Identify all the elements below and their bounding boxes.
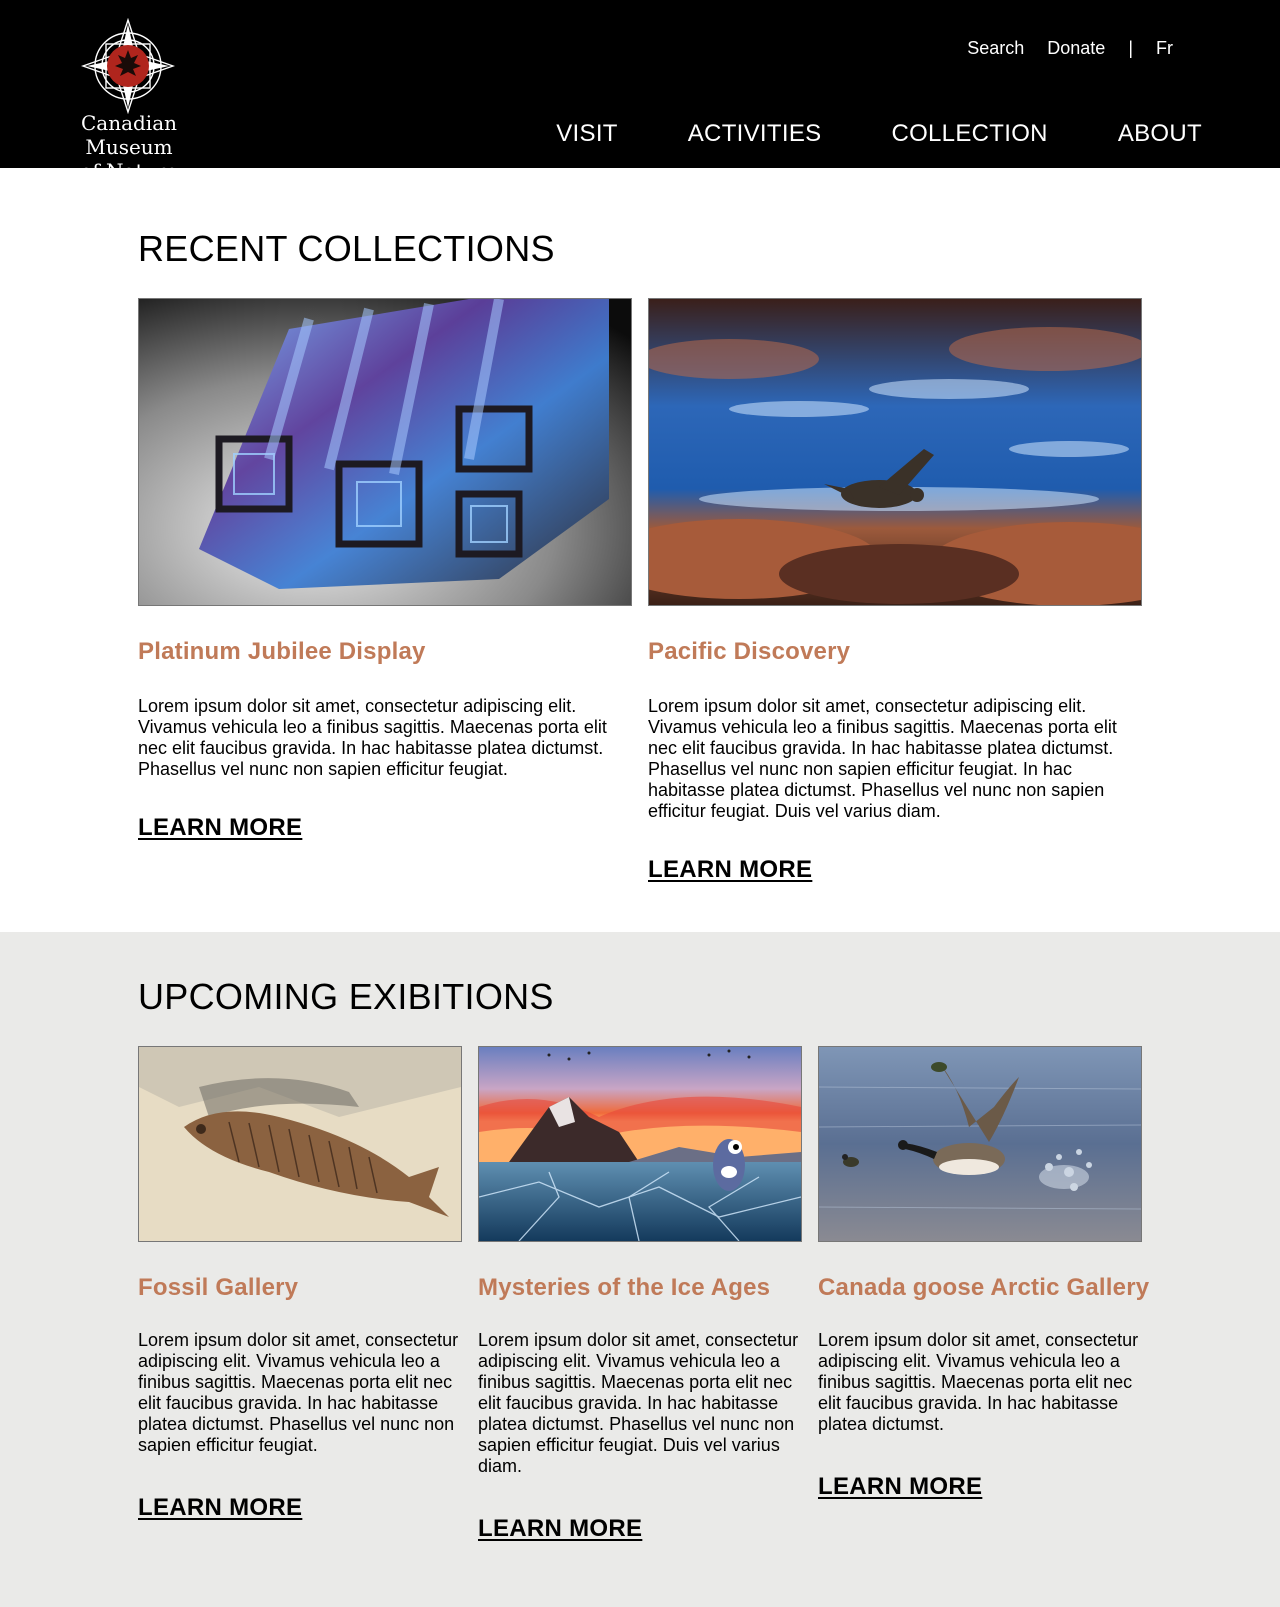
learn-more-link[interactable]: LEARN MORE (478, 1515, 642, 1543)
card-description: Lorem ipsum dolor sit amet, consectetur … (138, 1330, 459, 1455)
sea-turtle-image[interactable] (648, 298, 1142, 606)
nav-activities[interactable]: ACTIVITIES (688, 120, 822, 148)
card-description: Lorem ipsum dolor sit amet, consectetur … (818, 1330, 1139, 1434)
nav-visit[interactable]: VISIT (556, 120, 618, 148)
learn-more-link[interactable]: LEARN MORE (138, 1494, 302, 1522)
utility-nav: Search Donate | Fr (967, 38, 1173, 59)
nav-separator: | (1128, 38, 1133, 58)
exhibition-card: Fossil Gallery Lorem ipsum dolor sit ame… (138, 1046, 462, 1522)
card-title: Platinum Jubilee Display (138, 638, 426, 665)
card-title: Pacific Discovery (648, 638, 851, 665)
bismuth-crystal-image[interactable] (138, 298, 632, 606)
donate-link[interactable]: Donate (1047, 38, 1105, 59)
museum-name-line1: Canadian Museum (80, 111, 178, 159)
recent-collections-title: RECENT COLLECTIONS (138, 228, 555, 269)
upcoming-exhibitions-title: UPCOMING EXIBITIONS (138, 976, 554, 1017)
language-toggle[interactable]: Fr (1156, 38, 1173, 59)
search-link[interactable]: Search (967, 38, 1024, 59)
card-description: Lorem ipsum dolor sit amet, consectetur … (138, 696, 607, 779)
card-title: Mysteries of the Ice Ages (478, 1274, 771, 1301)
main-nav: VISIT ACTIVITIES COLLECTION ABOUT (556, 120, 1202, 148)
canada-goose-image[interactable] (818, 1046, 1142, 1242)
card-title: Canada goose Arctic Gallery (818, 1274, 1150, 1301)
ice-age-image[interactable] (478, 1046, 802, 1242)
card-title: Fossil Gallery (138, 1274, 299, 1301)
learn-more-link[interactable]: LEARN MORE (138, 814, 302, 842)
recent-collections-section: RECENT COLLECTIONS Platinum Jubilee Disp… (0, 168, 1280, 932)
learn-more-link[interactable]: LEARN MORE (818, 1473, 982, 1501)
collection-card: Platinum Jubilee Display Lorem ipsum dol… (138, 298, 632, 842)
fish-fossil-image[interactable] (138, 1046, 462, 1242)
site-header: Canadian Museum of Nature Search Donate … (0, 0, 1280, 183)
exhibition-card: Mysteries of the Ice Ages Lorem ipsum do… (478, 1046, 802, 1543)
learn-more-link[interactable]: LEARN MORE (648, 856, 812, 884)
nav-about[interactable]: ABOUT (1118, 120, 1202, 148)
card-description: Lorem ipsum dolor sit amet, consectetur … (478, 1330, 799, 1476)
exhibition-card: Canada goose Arctic Gallery Lorem ipsum … (818, 1046, 1158, 1501)
upcoming-exhibitions-section: UPCOMING EXIBITIONS Fossil Gallery Lorem… (0, 932, 1280, 1607)
museum-logo[interactable]: Canadian Museum of Nature (40, 18, 218, 183)
museum-emblem-icon (81, 18, 175, 114)
nav-collection[interactable]: COLLECTION (891, 120, 1047, 148)
card-description: Lorem ipsum dolor sit amet, consectetur … (648, 696, 1117, 821)
collection-card: Pacific Discovery Lorem ipsum dolor sit … (648, 298, 1142, 884)
